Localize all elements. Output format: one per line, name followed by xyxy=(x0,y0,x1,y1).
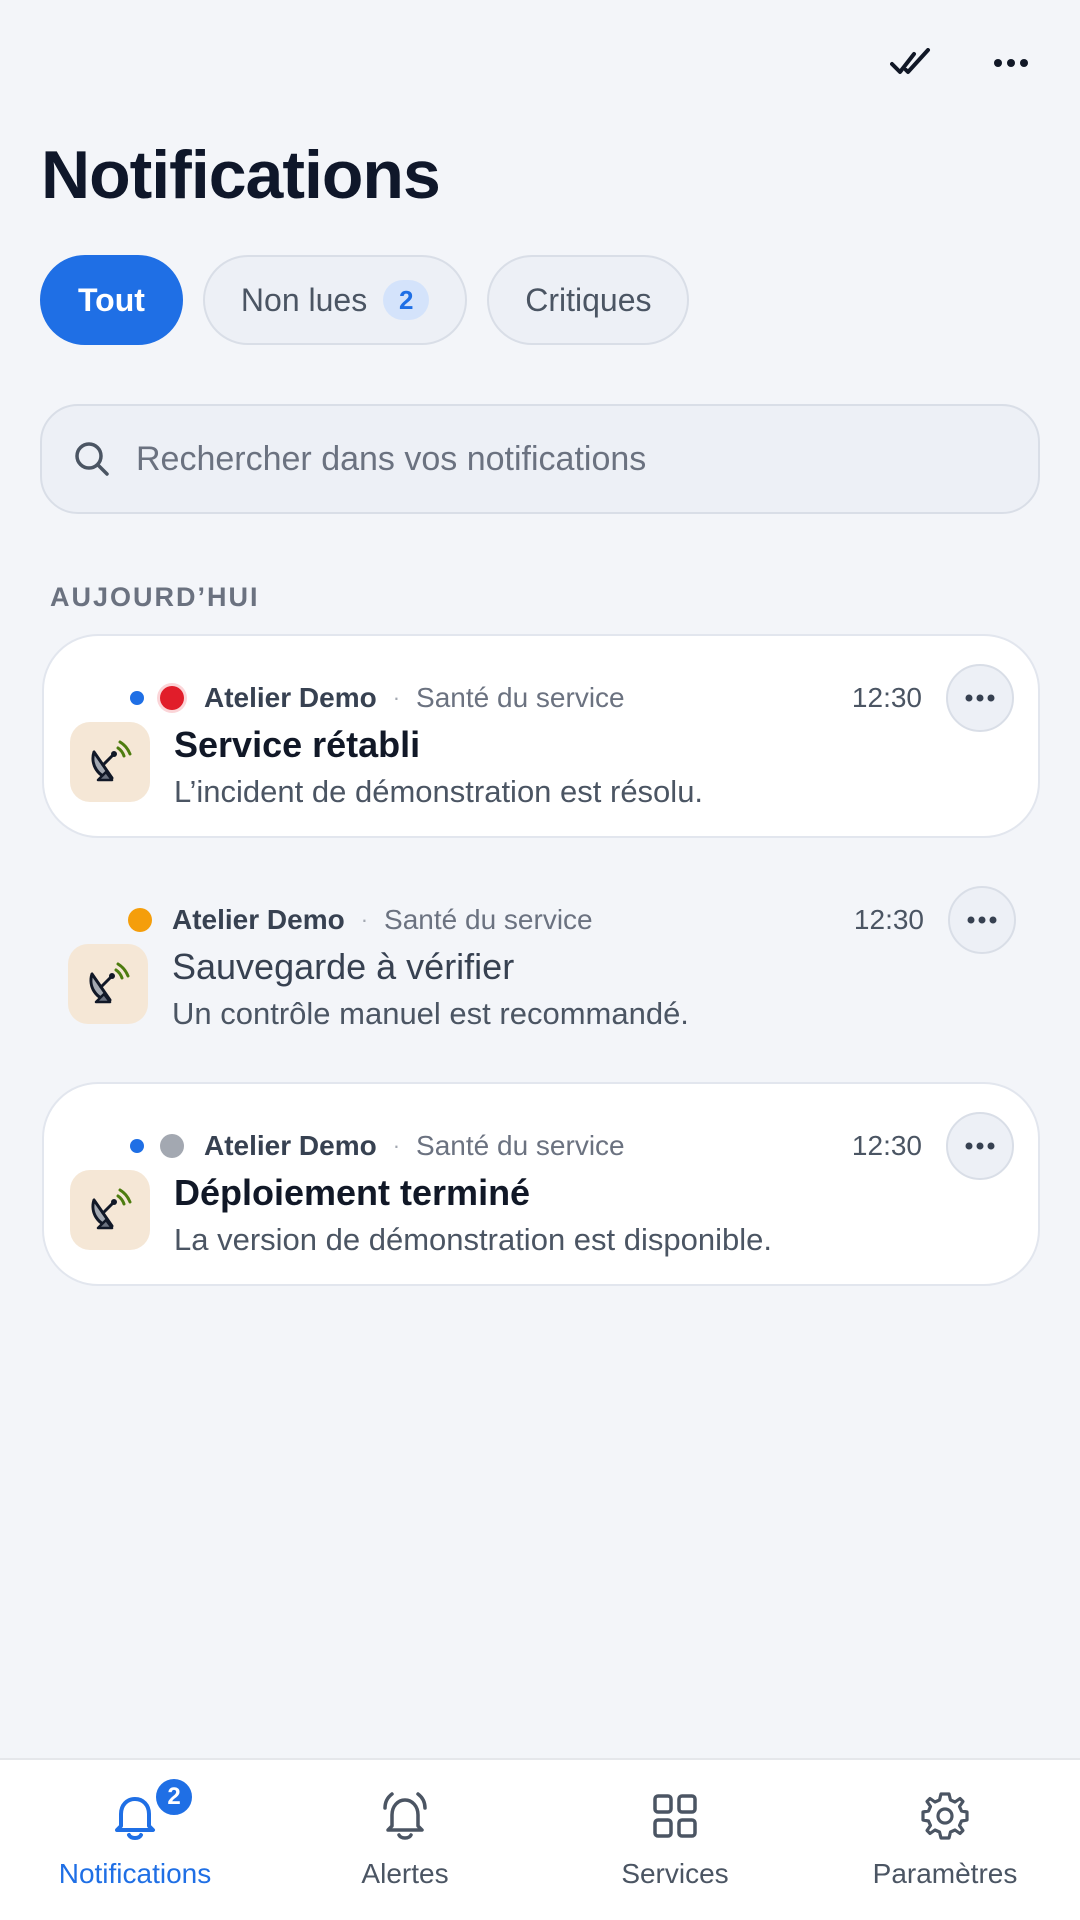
notification-card[interactable]: Atelier Demo · Santé du service 12:30 Sa… xyxy=(42,858,1040,1062)
meta-separator: · xyxy=(360,907,369,932)
notification-category: Santé du service xyxy=(384,904,593,935)
more-horizontal-icon xyxy=(965,694,995,702)
nav-icon-wrapper xyxy=(917,1788,973,1844)
nav-label: Alertes xyxy=(361,1858,449,1889)
notification-sender: Atelier Demo xyxy=(204,682,377,713)
more-horizontal-icon xyxy=(965,1142,995,1150)
notification-body: L’incident de démonstration est résolu. xyxy=(174,774,704,809)
filter-chip-label: Non lues xyxy=(240,281,368,318)
app-icon xyxy=(70,1170,150,1250)
section-label-today: AUJOURD’HUI xyxy=(50,582,260,612)
nav-item-settings[interactable]: Paramètres xyxy=(810,1760,1080,1920)
app-icon xyxy=(68,944,148,1024)
page-title: Notifications xyxy=(41,137,441,213)
app-icon xyxy=(70,722,150,802)
satellite-dish-icon xyxy=(91,740,132,782)
unread-count-badge: 2 xyxy=(383,280,430,320)
nav-icon-wrapper: 2 xyxy=(107,1776,195,1844)
more-horizontal-icon xyxy=(994,59,1028,67)
notification-body: La version de démonstration est disponib… xyxy=(174,1222,772,1257)
bottom-navigation: 2 Notifications Alertes Services Paramèt… xyxy=(0,1758,1080,1920)
more-options-button[interactable] xyxy=(986,38,1036,88)
notification-time: 12:30 xyxy=(851,682,922,713)
satellite-dish-icon xyxy=(89,962,130,1004)
notification-more-button[interactable] xyxy=(946,664,1014,732)
nav-label: Notifications xyxy=(58,1858,212,1889)
nav-label: Paramètres xyxy=(872,1858,1018,1889)
notification-card[interactable]: Atelier Demo · Santé du service 12:30 Se… xyxy=(42,634,1040,838)
filter-chip-label: Tout xyxy=(78,281,145,318)
nav-item-services[interactable]: Services xyxy=(540,1760,810,1920)
gear-icon xyxy=(921,1792,969,1840)
notification-card[interactable]: Atelier Demo · Santé du service 12:30 Dé… xyxy=(42,1082,1040,1286)
notification-time: 12:30 xyxy=(853,904,924,935)
notification-meta: Atelier Demo · Santé du service 12:30 xyxy=(44,664,1038,732)
more-horizontal-icon xyxy=(967,916,997,924)
unread-indicator xyxy=(130,691,144,705)
nav-notification-badge: 2 xyxy=(153,1776,195,1818)
filter-chip-critical[interactable]: Critiques xyxy=(487,255,690,345)
severity-indicator-info xyxy=(160,1134,184,1158)
notification-title: Déploiement terminé xyxy=(174,1172,531,1213)
notification-sender: Atelier Demo xyxy=(172,904,345,935)
notification-sender: Atelier Demo xyxy=(204,1130,377,1161)
filter-chip-label: Critiques xyxy=(525,281,652,318)
grid-icon xyxy=(653,1794,697,1838)
filter-chip-all[interactable]: Tout xyxy=(40,255,183,345)
notification-title: Sauvegarde à vérifier xyxy=(172,946,515,987)
satellite-dish-icon xyxy=(91,1188,132,1230)
notification-more-button[interactable] xyxy=(946,1112,1014,1180)
nav-icon-wrapper xyxy=(647,1788,703,1844)
severity-indicator-critical xyxy=(160,686,184,710)
top-actions xyxy=(886,38,1036,88)
filter-chips: Tout Non lues 2 Critiques xyxy=(40,255,690,345)
nav-label: Services xyxy=(621,1858,729,1889)
nav-item-alerts[interactable]: Alertes xyxy=(270,1760,540,1920)
search-bar xyxy=(40,404,1040,514)
nav-icon-wrapper xyxy=(377,1788,433,1844)
nav-item-notifications[interactable]: 2 Notifications xyxy=(0,1760,270,1920)
filter-chip-unread[interactable]: Non lues 2 xyxy=(202,255,468,345)
unread-indicator xyxy=(130,1139,144,1153)
double-check-icon xyxy=(890,48,930,74)
notifications-screen: Notifications Tout Non lues 2 Critiques … xyxy=(0,0,1080,1920)
search-icon xyxy=(75,442,109,476)
notification-title: Service rétabli xyxy=(174,724,421,765)
severity-indicator-warning xyxy=(128,908,152,932)
search-input[interactable] xyxy=(136,439,1038,479)
bell-ringing-icon xyxy=(383,1792,427,1840)
meta-separator: · xyxy=(392,1133,401,1158)
notification-body: Un contrôle manuel est recommandé. xyxy=(172,996,689,1031)
notification-category: Santé du service xyxy=(416,682,625,713)
notification-meta: Atelier Demo · Santé du service 12:30 xyxy=(42,886,1040,954)
notification-meta: Atelier Demo · Santé du service 12:30 xyxy=(44,1112,1038,1180)
notification-more-button[interactable] xyxy=(948,886,1016,954)
notification-time: 12:30 xyxy=(851,1130,922,1161)
notification-category: Santé du service xyxy=(416,1130,625,1161)
meta-separator: · xyxy=(392,685,401,710)
mark-all-read-button[interactable] xyxy=(886,38,936,88)
